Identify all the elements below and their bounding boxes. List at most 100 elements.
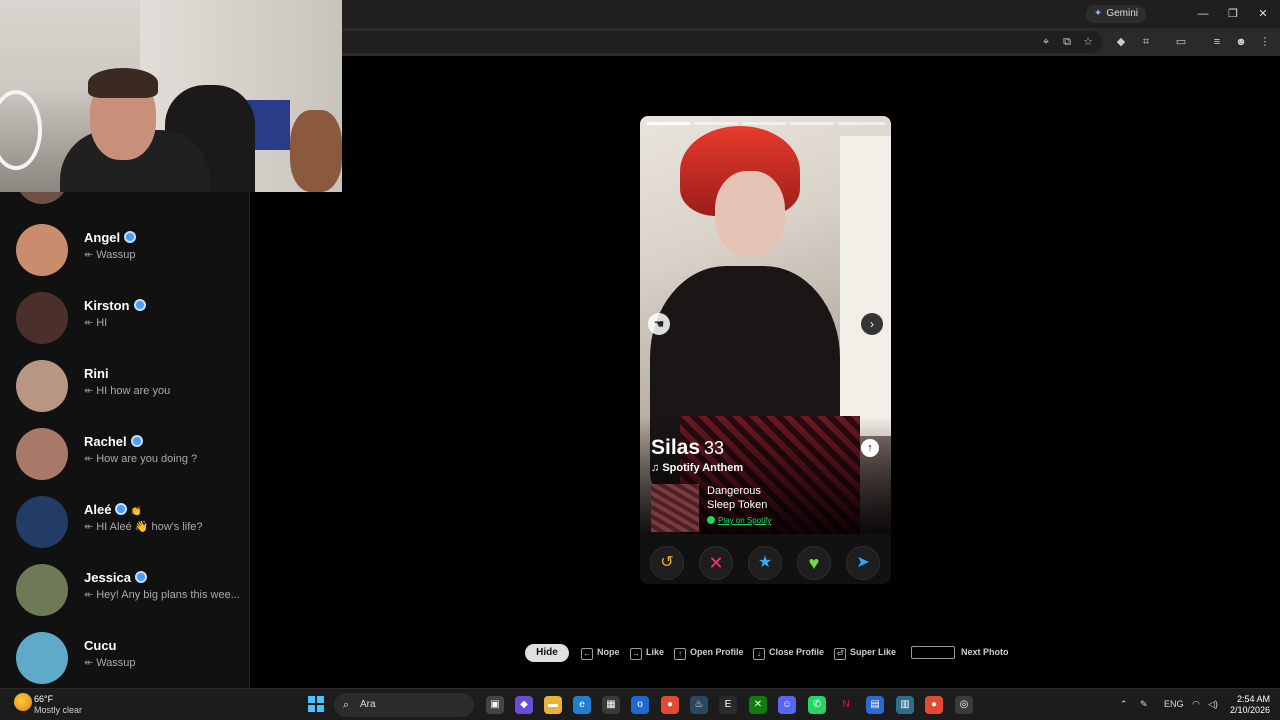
edge-icon[interactable]: e xyxy=(573,696,591,714)
hint-label: Super Like xyxy=(850,647,897,657)
message-row[interactable]: Cucu ↞ Wassup xyxy=(0,632,249,688)
app-icon[interactable]: ▥ xyxy=(896,696,914,714)
match-name-text: Rachel xyxy=(84,434,127,449)
cast-icon[interactable]: ▭ xyxy=(1173,34,1189,50)
match-name: Rini xyxy=(84,366,109,381)
reply-arrow-icon: ↞ xyxy=(84,385,94,397)
webcam-overlay xyxy=(0,0,342,192)
message-row[interactable]: Kirston ↞ HI xyxy=(0,292,249,360)
down-arrow-key-icon: ↓ xyxy=(753,648,765,660)
profile-card[interactable]: ☚ › Silas 33 ↑ ♫ Spotify Anthem Dangerous… xyxy=(640,116,891,584)
message-row[interactable]: Aleé 👏 ↞ HI Aleé 👋 how's life? xyxy=(0,496,249,564)
photo-background-door xyxy=(840,136,891,436)
message-row[interactable]: Rachel ↞ How are you doing ? xyxy=(0,428,249,496)
hint-next-photo: Next Photo xyxy=(961,647,1009,657)
close-window-button[interactable]: ✕ xyxy=(1248,4,1278,24)
boost-button[interactable]: ➤ xyxy=(846,546,880,580)
tray-chevron-up-icon[interactable]: ⌃ xyxy=(1120,699,1128,710)
like-button[interactable]: ♥ xyxy=(797,546,831,580)
obs-icon[interactable]: ◎ xyxy=(955,696,973,714)
weather-icon[interactable] xyxy=(14,693,32,711)
calendar-icon[interactable]: ▤ xyxy=(866,696,884,714)
chrome-icon[interactable]: ● xyxy=(661,696,679,714)
gemini-spark-icon: ✦ xyxy=(1093,8,1103,19)
tab-search-icon[interactable]: ≡ xyxy=(1209,34,1225,50)
song-title: Dangerous xyxy=(707,485,761,497)
weather-description[interactable]: Mostly clear xyxy=(34,705,82,715)
search-icon: ⌕ xyxy=(343,699,350,711)
menu-icon[interactable]: ⋮ xyxy=(1257,34,1273,50)
wifi-icon[interactable]: ◠ xyxy=(1192,699,1200,710)
hand-cursor-icon[interactable]: ☚ xyxy=(648,313,670,335)
match-name: Cucu xyxy=(84,638,117,653)
install-icon[interactable]: ⧉ xyxy=(1059,34,1075,50)
clock-date[interactable]: 2/10/2026 xyxy=(1230,705,1270,715)
match-name-text: Cucu xyxy=(84,638,117,653)
album-art xyxy=(651,484,699,532)
messages-sidebar: Angel ↞ Wassup Kirston ↞ HI Rini ↞ HI how a… xyxy=(0,192,250,688)
music-note-icon: ♫ xyxy=(651,462,663,474)
netflix-icon[interactable]: N xyxy=(837,696,855,714)
chrome-active-icon[interactable]: ● xyxy=(925,696,943,714)
windows-start-icon[interactable] xyxy=(308,696,324,712)
file-explorer-icon[interactable]: ▬ xyxy=(544,696,562,714)
hide-hints-button[interactable]: Hide xyxy=(525,644,569,662)
hint-label: Nope xyxy=(597,647,620,657)
task-view-icon[interactable]: ▣ xyxy=(486,696,504,714)
epic-games-icon[interactable]: E xyxy=(719,696,737,714)
profile-name-text: Silas xyxy=(651,436,701,459)
rewind-button[interactable]: ↺ xyxy=(650,546,684,580)
enter-key-icon: ⏎ xyxy=(834,648,846,660)
super-like-button[interactable]: ★ xyxy=(748,546,782,580)
message-preview-text: Hey! Any big plans this wee... xyxy=(96,589,240,601)
avatar xyxy=(16,428,68,480)
match-name-text: Rini xyxy=(84,366,109,381)
profile-icon[interactable]: ☻ xyxy=(1233,34,1249,50)
start-tile xyxy=(308,696,315,703)
heart-icon: ♥ xyxy=(808,553,820,573)
weather-temperature[interactable]: 66°F xyxy=(34,694,53,704)
verified-badge-icon xyxy=(133,299,146,311)
match-name-text: Jessica xyxy=(84,570,131,585)
nope-x-icon: ✕ xyxy=(708,553,724,573)
xbox-icon[interactable]: ✕ xyxy=(749,696,767,714)
send-icon: ➤ xyxy=(856,554,870,571)
discord-icon[interactable]: ☺ xyxy=(778,696,796,714)
message-row[interactable]: Angel ↞ Wassup xyxy=(0,224,249,292)
avatar xyxy=(16,496,68,548)
arrow-up-icon[interactable]: ↑ xyxy=(861,439,879,457)
location-icon[interactable]: ⌖ xyxy=(1038,34,1054,50)
outlook-icon[interactable]: o xyxy=(631,696,649,714)
chevron-right-icon[interactable]: › xyxy=(861,313,883,335)
volume-icon[interactable]: ◁) xyxy=(1208,699,1218,710)
gemini-button[interactable]: ✦ Gemini xyxy=(1085,5,1146,23)
copilot-icon[interactable]: ◆ xyxy=(515,696,533,714)
start-tile xyxy=(317,705,324,712)
bookmark-star-icon[interactable]: ☆ xyxy=(1080,34,1096,50)
match-name: Kirston xyxy=(84,298,146,313)
steam-icon[interactable]: ♨ xyxy=(690,696,708,714)
restore-button[interactable]: ❐ xyxy=(1218,4,1248,24)
minimize-button[interactable]: — xyxy=(1188,4,1218,24)
message-row[interactable]: Rini ↞ HI how are you xyxy=(0,360,249,428)
message-preview-text: How are you doing ? xyxy=(96,453,198,465)
spotify-link[interactable]: Play on Spotify xyxy=(707,516,771,525)
tray-pen-icon[interactable]: ✎ xyxy=(1140,699,1148,710)
address-bar[interactable] xyxy=(342,31,1102,53)
song-artist: Sleep Token xyxy=(707,499,768,511)
taskbar-search[interactable]: ⌕ Ara xyxy=(334,693,474,717)
star-icon: ★ xyxy=(757,554,773,571)
nope-button[interactable]: ✕ xyxy=(699,546,733,580)
verified-badge-icon xyxy=(130,435,143,447)
clock-time[interactable]: 2:54 AM xyxy=(1237,694,1270,704)
store-icon[interactable]: ▦ xyxy=(602,696,620,714)
extension-puzzle-icon[interactable]: ◆ xyxy=(1113,34,1129,50)
browser-titlebar: ✦ Gemini — ❐ ✕ xyxy=(342,0,1280,28)
reply-arrow-icon: ↞ xyxy=(84,589,94,601)
whatsapp-icon[interactable]: ✆ xyxy=(808,696,826,714)
extensions-icon[interactable]: ⌗ xyxy=(1138,34,1154,50)
photo-indicator xyxy=(742,122,786,125)
message-row[interactable]: Jessica ↞ Hey! Any big plans this wee... xyxy=(0,564,249,632)
match-name: Jessica xyxy=(84,570,147,585)
language-indicator[interactable]: ENG xyxy=(1164,699,1184,709)
